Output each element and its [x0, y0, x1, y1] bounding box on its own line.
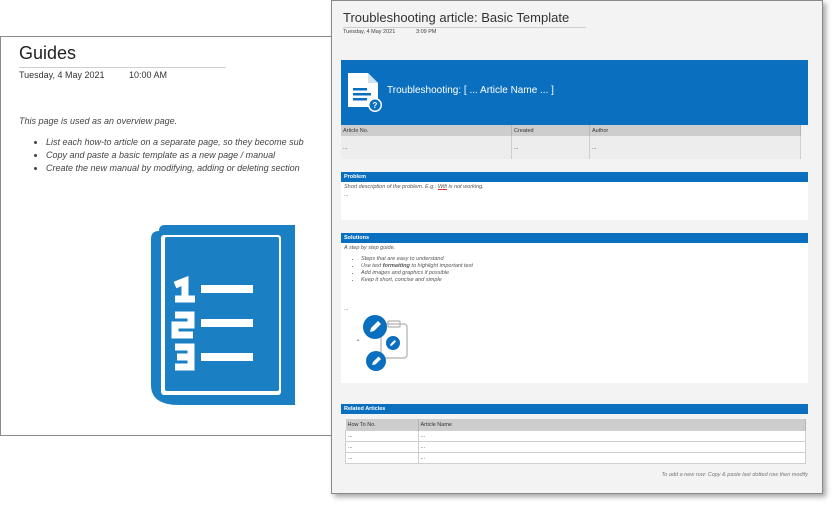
table-cell[interactable]: ... — [345, 441, 419, 453]
page-date: Tuesday, 4 May 2021 — [343, 29, 396, 35]
document-question-icon: ? — [348, 73, 382, 112]
list-item[interactable]: Add images and graphics if possible — [361, 270, 808, 276]
svg-text:?: ? — [373, 101, 378, 110]
template-page: Troubleshooting article: Basic Template … — [331, 0, 823, 494]
guides-page: Guides Tuesday, 4 May 2021 10:00 AM This… — [0, 36, 338, 436]
table-cell[interactable]: ... — [341, 136, 512, 159]
page-title[interactable]: Guides — [19, 43, 76, 64]
page-time: 10:00 AM — [129, 70, 168, 80]
table-cell[interactable]: ... — [589, 136, 801, 159]
bullet-marker: • — [357, 338, 359, 344]
article-meta-table: Article No. Created Author ... ... ... — [341, 125, 801, 159]
title-divider — [343, 27, 586, 28]
table-header: Created — [511, 125, 590, 136]
intro-text[interactable]: This page is used as an overview page. — [19, 116, 177, 126]
solutions-placeholder[interactable]: ... — [344, 306, 349, 312]
solutions-section: Solutions A step by step guide. Steps th… — [341, 233, 808, 383]
problem-section: Problem Short description of the problem… — [341, 172, 808, 220]
title-divider — [19, 67, 226, 68]
table-header: Article No. — [341, 125, 512, 136]
list-item[interactable]: Use text formatting to highlight importa… — [361, 263, 808, 269]
list-item[interactable]: Keep it short, concise and simple — [361, 277, 808, 283]
table-cell[interactable]: ... — [417, 430, 806, 442]
table-cell[interactable]: ... — [345, 430, 419, 442]
section-heading: Related Articles — [341, 404, 808, 414]
section-heading: Problem — [341, 172, 808, 182]
table-cell[interactable]: ... — [345, 452, 419, 464]
table-cell[interactable]: ... — [417, 452, 806, 464]
problem-description[interactable]: Short description of the problem. E.g.: … — [341, 182, 808, 192]
edit-clipboard-icon — [363, 315, 408, 371]
problem-placeholder[interactable]: ... — [341, 192, 808, 198]
table-header: How To No. — [345, 419, 419, 431]
table-row: ... ... — [345, 452, 806, 464]
numbered-list-book-icon — [151, 225, 295, 405]
table-header: Article Name — [418, 419, 806, 431]
table-row: ... ... ... — [341, 136, 801, 159]
page-title[interactable]: Troubleshooting article: Basic Template — [343, 10, 569, 25]
solutions-description[interactable]: A step by step guide. — [341, 243, 808, 253]
list-item[interactable]: Create the new manual by modifying, addi… — [46, 163, 304, 173]
solutions-bullet-list: Steps that are easy to understand Use te… — [341, 256, 808, 283]
guides-bullet-list: List each how-to article on a separate p… — [28, 137, 304, 176]
article-banner: ? Troubleshooting: [ ... Article Name ..… — [341, 60, 808, 125]
list-item[interactable]: List each how-to article on a separate p… — [46, 137, 304, 147]
wifi-link[interactable]: Wifi — [438, 184, 447, 190]
add-row-hint: To add a new row: Copy & paste last dott… — [661, 472, 808, 478]
section-heading: Solutions — [341, 233, 808, 243]
table-cell[interactable]: ... — [417, 441, 806, 453]
table-cell[interactable]: ... — [511, 136, 590, 159]
banner-title[interactable]: Troubleshooting: [ ... Article Name ... … — [387, 85, 554, 96]
table-row: ... ... — [345, 430, 806, 442]
page-date: Tuesday, 4 May 2021 — [19, 70, 105, 80]
list-item[interactable]: Steps that are easy to understand — [361, 256, 808, 262]
related-articles-table: How To No. Article Name ... ... ... ... … — [345, 419, 806, 464]
page-time: 3:09 PM — [416, 29, 437, 35]
table-header: Author — [589, 125, 801, 136]
list-item[interactable]: Copy and paste a basic template as a new… — [46, 150, 304, 160]
table-row: ... ... — [345, 441, 806, 453]
related-articles-section: Related Articles How To No. Article Name… — [341, 404, 808, 472]
